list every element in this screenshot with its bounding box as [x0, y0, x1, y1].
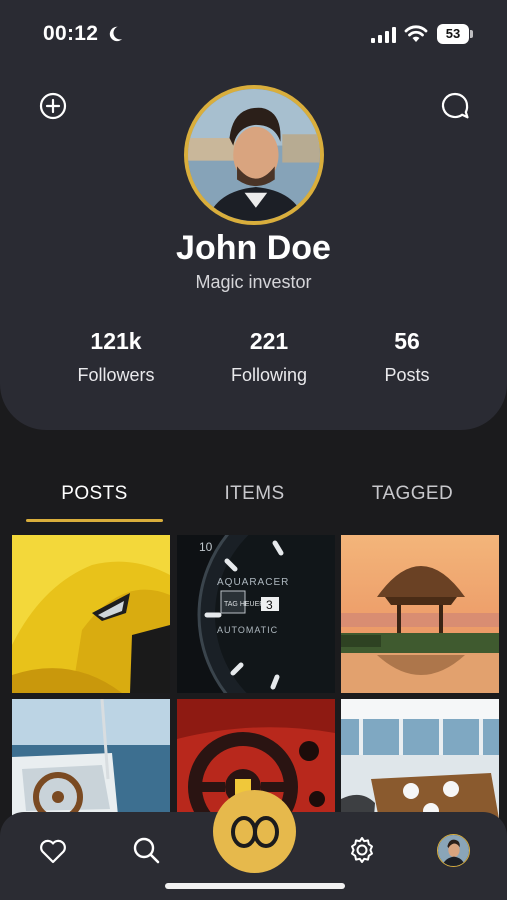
active-tab-indicator: [26, 519, 163, 522]
search-icon[interactable]: [131, 835, 161, 865]
content-tabs: POSTS ITEMS TAGGED: [0, 478, 507, 524]
profile-subtitle: Magic investor: [195, 272, 312, 292]
avatar-photo: [188, 89, 320, 221]
tab-tagged[interactable]: TAGGED: [344, 483, 481, 505]
status-bar: 00:12 53: [0, 0, 507, 70]
battery-indicator: 53: [437, 24, 473, 44]
battery-tip: [470, 30, 473, 38]
profile-name: John Doe: [176, 229, 331, 267]
chat-bubble-icon[interactable]: [440, 91, 470, 121]
stat-following[interactable]: 221 Following: [199, 328, 339, 386]
watch-type-text: AUTOMATIC: [217, 625, 278, 635]
watch-brand-text: AQUARACER: [217, 577, 289, 588]
heart-icon[interactable]: [38, 836, 68, 866]
home-indicator: [165, 883, 345, 889]
moon-icon: [109, 26, 123, 42]
wifi-icon: [404, 25, 428, 42]
status-time: 00:12: [43, 22, 99, 45]
avatar-photo: [438, 835, 469, 866]
tab-items[interactable]: ITEMS: [186, 483, 323, 505]
infinity-logo-icon: [230, 815, 279, 848]
stat-value: 121k: [90, 328, 142, 354]
stat-label: Following: [230, 365, 308, 385]
post-thumbnail-yellow-car[interactable]: [12, 535, 170, 693]
watch-date-text: 3: [266, 598, 273, 612]
stat-value: 221: [249, 328, 289, 354]
tab-posts[interactable]: POSTS: [26, 483, 163, 505]
post-thumbnail-watch[interactable]: 10 AQUARACER TAG HEUER 3 AUTOMATIC: [177, 535, 335, 693]
stat-label: Followers: [77, 365, 155, 385]
cellular-signal-icon: [371, 27, 396, 43]
post-thumbnail-beach-hut[interactable]: [341, 535, 499, 693]
nav-profile-avatar[interactable]: [437, 834, 470, 867]
stat-followers[interactable]: 121k Followers: [46, 328, 186, 386]
plus-circle-icon[interactable]: [38, 91, 68, 121]
watch-number-ten: 10: [199, 540, 213, 554]
stat-posts[interactable]: 56 Posts: [337, 328, 477, 386]
stat-label: Posts: [384, 365, 430, 385]
watch-logo-text: TAG HEUER: [224, 601, 264, 608]
center-home-button[interactable]: [213, 790, 296, 873]
battery-level: 53: [437, 24, 469, 44]
stat-value: 56: [394, 328, 420, 354]
gear-icon[interactable]: [347, 835, 377, 865]
profile-avatar[interactable]: [184, 85, 324, 225]
